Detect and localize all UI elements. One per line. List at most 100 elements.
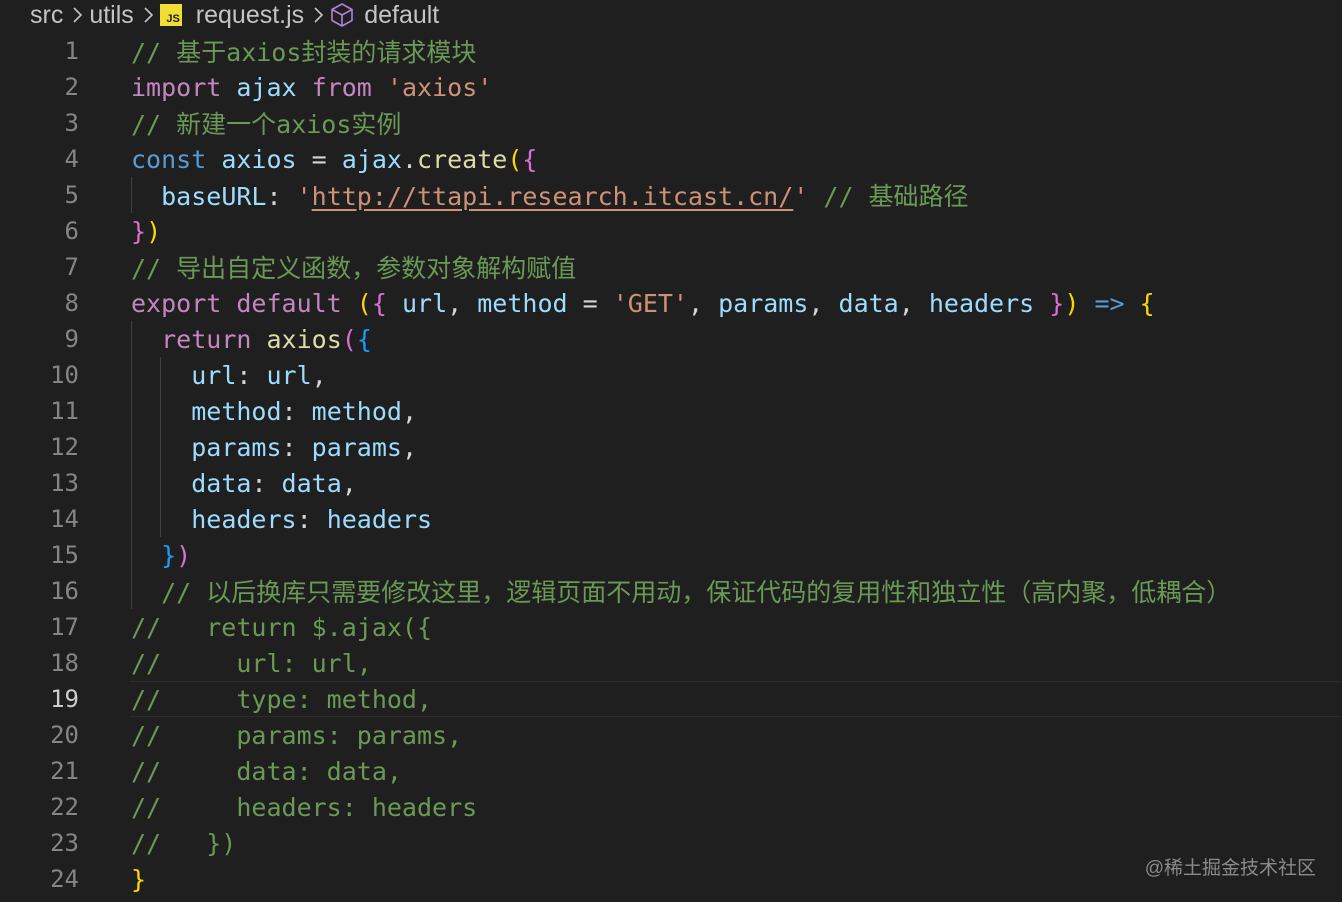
code-line[interactable]: 21 // data: data, <box>0 753 1342 789</box>
code-text: import ajax from 'axios' <box>131 73 492 102</box>
code-line[interactable]: 6}) <box>0 213 1342 249</box>
code-token: url <box>401 288 448 318</box>
code-line[interactable]: 8 export default ({ url, method = 'GET', … <box>0 285 1342 321</box>
code-token: ) <box>146 216 162 246</box>
code-line[interactable]: 18 // url: url, <box>0 645 1342 681</box>
code-text: method: method, <box>131 397 417 426</box>
code-token: // 基础路径 <box>823 182 969 211</box>
code-token: ( <box>356 288 372 318</box>
code-token: default <box>236 288 342 318</box>
code-line[interactable]: 5 baseURL: 'http://ttapi.research.itcast… <box>0 177 1342 213</box>
code-text: }) <box>131 541 191 570</box>
line-number: 19 <box>50 685 79 713</box>
breadcrumb-symbol-label: default <box>364 0 440 29</box>
code-token: { <box>1139 288 1155 318</box>
code-line[interactable]: 3 // 新建一个axios实例 <box>0 105 1342 141</box>
code-line[interactable]: 24} <box>0 861 1342 897</box>
breadcrumb-utils[interactable]: utils <box>89 0 133 30</box>
code-token: = <box>567 288 613 318</box>
code-token: // 新建一个axios实例 <box>131 110 402 139</box>
code-token: , <box>808 288 839 318</box>
line-number: 24 <box>50 865 79 893</box>
code-line[interactable]: 13 data: data, <box>0 465 1342 501</box>
code-token: , <box>687 288 719 318</box>
breadcrumb: src utils JS request.js default <box>0 0 1342 30</box>
code-editor[interactable]: 1// 基于axios封装的请求模块 2 import ajax from 'axi… <box>0 33 1342 902</box>
code-token: ajax <box>341 144 402 174</box>
chevron-right-icon <box>71 6 83 24</box>
code-token: import <box>131 72 222 102</box>
breadcrumb-file[interactable]: JS request.js <box>159 0 304 30</box>
indent-guide <box>160 357 161 537</box>
code-line[interactable]: 17 // return $.ajax({ <box>0 609 1342 645</box>
code-token: : <box>236 360 267 390</box>
code-line[interactable]: 2 import ajax from 'axios' <box>0 69 1342 105</box>
code-token: ' <box>296 182 312 211</box>
line-number: 15 <box>50 541 79 569</box>
line-number: 3 <box>64 109 79 137</box>
code-token: 'axios' <box>386 72 493 102</box>
code-token: // }) <box>131 828 237 858</box>
code-token: method <box>311 396 402 426</box>
code-text: headers: headers <box>131 505 432 534</box>
code-token: // type: method, <box>131 684 433 714</box>
code-line[interactable]: 11 method: method, <box>0 393 1342 429</box>
code-text: // return $.ajax({ <box>131 613 432 642</box>
code-token: data <box>838 288 899 318</box>
code-token: ( <box>507 144 523 174</box>
code-line[interactable]: 22 // headers: headers <box>0 789 1342 825</box>
line-number: 22 <box>50 793 79 821</box>
code-token: => <box>1094 288 1125 318</box>
code-token: // 基于axios封装的请求模块 <box>131 38 477 67</box>
line-number: 2 <box>64 73 79 101</box>
code-token: } <box>131 216 147 246</box>
indent-guide <box>131 177 132 213</box>
code-line[interactable]: 10 url: url, <box>0 357 1342 393</box>
code-token: url <box>191 360 237 390</box>
code-line[interactable]: 12 params: params, <box>0 429 1342 465</box>
code-line[interactable]: 4 const axios = ajax.create({ <box>0 141 1342 177</box>
code-line[interactable]: 9 return axios({ <box>0 321 1342 357</box>
indent-guide <box>131 321 132 609</box>
javascript-file-icon: JS <box>159 4 182 26</box>
code-token: : <box>281 396 312 426</box>
code-token: // url: url, <box>131 648 372 678</box>
breadcrumb-symbol[interactable]: default <box>330 0 439 30</box>
line-number: 12 <box>50 433 79 461</box>
code-token: ) <box>1064 288 1080 318</box>
code-token: // 导出自定义函数，参数对象解构赋值 <box>131 254 577 283</box>
code-line[interactable]: 1 // 基于axios封装的请求模块 <box>0 33 1342 69</box>
code-token: axios <box>221 144 297 174</box>
code-token: axios <box>266 324 342 354</box>
code-token: // return $.ajax({ <box>131 612 433 642</box>
code-text: // data: data, <box>131 757 402 786</box>
code-text: export default ({ url, method = 'GET', p… <box>131 289 1155 318</box>
breadcrumb-src[interactable]: src <box>30 0 63 30</box>
code-text: data: data, <box>131 469 357 498</box>
watermark: @稀土掘金技术社区 <box>1144 858 1316 879</box>
code-line[interactable]: 23 // }) <box>0 825 1342 861</box>
code-line[interactable]: 15 }) <box>0 537 1342 573</box>
code-line[interactable]: 7 // 导出自定义函数，参数对象解构赋值 <box>0 249 1342 285</box>
code-token: . <box>401 144 418 174</box>
code-text: // 导出自定义函数，参数对象解构赋值 <box>131 249 576 285</box>
code-text: baseURL: 'http://ttapi.research.itcast.c… <box>131 177 969 213</box>
code-line[interactable]: 14 headers: headers <box>0 501 1342 537</box>
code-line[interactable]: 20 // params: params, <box>0 717 1342 753</box>
code-token: data <box>281 468 342 498</box>
code-line[interactable]: 19 // type: method, <box>0 681 1342 717</box>
code-token: } <box>131 864 147 894</box>
code-token: method <box>477 288 568 318</box>
code-line[interactable]: 16 // 以后换库只需要修改这里，逻辑页面不用动，保证代码的复用性和独立性（高… <box>0 573 1342 609</box>
